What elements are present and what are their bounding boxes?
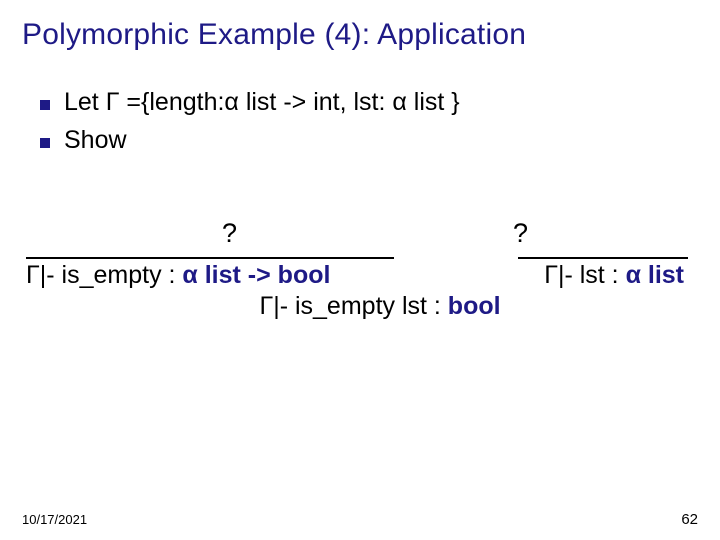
premise-right-type: α list (626, 261, 684, 289)
question-mark-left: ? (222, 218, 237, 249)
rule-line-right (518, 257, 688, 259)
premise-left-prefix: Γ|- is_empty : (26, 261, 182, 289)
premise-right: Γ|- lst : α list (544, 261, 684, 290)
premise-right-prefix: Γ|- lst : (544, 261, 625, 289)
premise-left: Γ|- is_empty : α list -> bool (26, 261, 330, 290)
bullet-item: Let Γ ={length:α list -> int, lst: α lis… (40, 86, 698, 120)
page-number: 62 (681, 511, 698, 528)
question-marks-row: ? ? (22, 218, 698, 249)
bullet-square-icon (40, 138, 50, 148)
rule-line-left (26, 257, 394, 259)
bullet-text: Let Γ ={length:α list -> int, lst: α lis… (64, 86, 460, 120)
question-mark-right: ? (513, 218, 528, 249)
bullet-square-icon (40, 100, 50, 110)
premises-row: Γ|- is_empty : α list -> bool Γ|- lst : … (22, 261, 698, 290)
conclusion-prefix: Γ|- is_empty lst : (259, 292, 447, 320)
bullet-item: Show (40, 124, 698, 158)
premise-left-type: α list -> bool (182, 261, 330, 289)
inference-rules-lines (22, 257, 698, 259)
conclusion-type: bool (448, 292, 501, 320)
footer: 10/17/2021 62 (22, 511, 698, 528)
conclusion: Γ|- is_empty lst : bool (22, 292, 698, 321)
bullet-list: Let Γ ={length:α list -> int, lst: α lis… (40, 86, 698, 158)
slide-title: Polymorphic Example (4): Application (22, 18, 698, 52)
footer-date: 10/17/2021 (22, 512, 87, 527)
bullet-text: Show (64, 124, 127, 158)
slide: Polymorphic Example (4): Application Let… (0, 0, 720, 540)
